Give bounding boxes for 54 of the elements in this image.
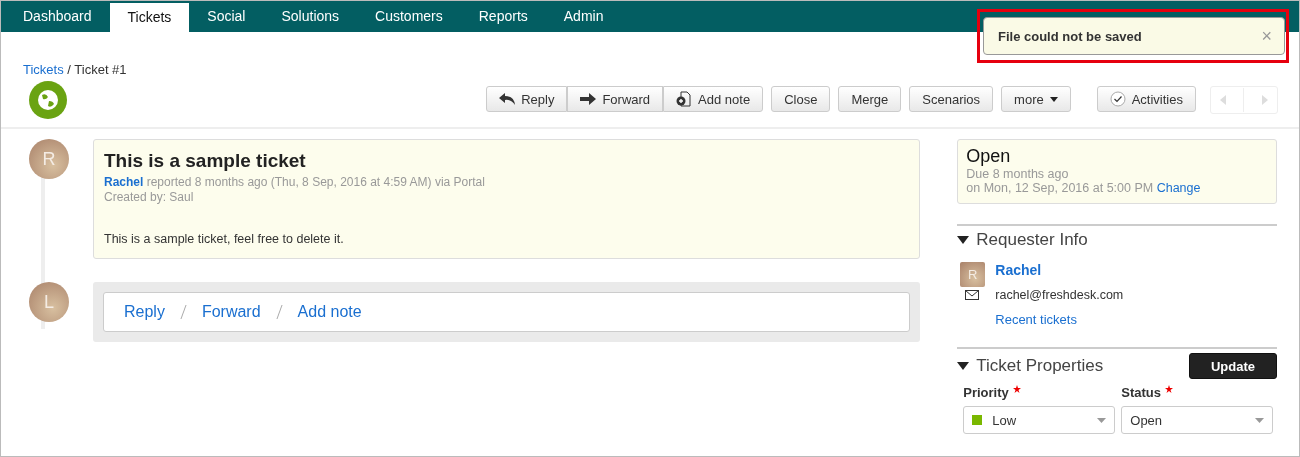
prev-icon[interactable] [1219, 95, 1226, 105]
field-label: Priority [963, 385, 1009, 400]
nav-tab[interactable]: Solutions [263, 1, 358, 32]
toolbar-button[interactable]: more [1001, 86, 1071, 112]
toolbar-button[interactable]: Close [771, 86, 831, 112]
breadcrumb-current: / Ticket #1 [66, 62, 127, 77]
avatar: L [29, 282, 69, 322]
activities-button[interactable]: Activities [1096, 86, 1196, 112]
nav-tab[interactable]: Reports [460, 1, 546, 32]
requester-link[interactable]: Rachel [995, 261, 1042, 278]
next-icon[interactable] [1262, 95, 1269, 105]
nav-tab[interactable]: Admin [545, 1, 622, 32]
change-link[interactable]: Change [1156, 181, 1201, 195]
created-by: Created by: Saul [104, 190, 195, 204]
avatar: R [960, 262, 986, 287]
ticket-meta: reported 8 months ago (Thu, 8 Sep, 2016 at 4:59 AM) via Portal [146, 175, 485, 189]
section-header[interactable]: Ticket Properties [957, 356, 1104, 376]
mail-icon [965, 290, 980, 300]
recent-tickets-link[interactable]: Recent tickets [995, 312, 1277, 327]
nav-tab[interactable]: Social [189, 1, 264, 32]
email-text: rachel@freshdesk.com [995, 288, 1124, 302]
reply-icon [499, 93, 516, 105]
author-link[interactable]: Rachel [104, 175, 144, 189]
section-header[interactable]: Requester Info [957, 230, 1277, 250]
field-label: Status [1121, 385, 1161, 400]
nav-tab[interactable]: Tickets [109, 3, 190, 32]
globe-icon [29, 81, 67, 119]
due-date: on Mon, 12 Sep, 2016 at 5:00 PM [966, 181, 1154, 195]
note-icon [676, 91, 693, 107]
select-field[interactable]: Open [1121, 406, 1274, 434]
ticket-title: This is a sample ticket [104, 150, 307, 172]
check-icon [1109, 91, 1126, 107]
due-text: Due 8 months ago [966, 167, 1070, 181]
pager-control[interactable] [1210, 86, 1278, 114]
nav-tab[interactable]: Customers [357, 1, 461, 32]
toolbar-button[interactable]: Scenarios [909, 86, 994, 112]
toolbar-button[interactable]: Merge [838, 86, 902, 112]
toolbar-button[interactable]: Forward [567, 86, 664, 112]
status-text: Open [966, 146, 1012, 167]
dropdown-icon [1097, 417, 1107, 423]
reply-link[interactable]: Forward [201, 303, 261, 321]
select-field[interactable]: Low [963, 406, 1116, 434]
ticket-body: This is a sample ticket, feel free to delete it. [104, 232, 345, 246]
avatar: R [29, 139, 69, 179]
arrow-right-icon [580, 93, 597, 105]
toolbar-button[interactable]: Reply [486, 86, 568, 112]
toast-message: File could not be saved [998, 28, 1142, 44]
breadcrumb-link[interactable]: Tickets [23, 62, 64, 77]
dropdown-icon [1255, 417, 1265, 423]
reply-link[interactable]: Reply [124, 303, 165, 321]
nav-tab[interactable]: Dashboard [5, 1, 110, 32]
reply-link[interactable]: Add note [297, 303, 362, 321]
toolbar-button[interactable]: Add note [663, 86, 764, 112]
update-button[interactable]: Update [1189, 353, 1277, 379]
